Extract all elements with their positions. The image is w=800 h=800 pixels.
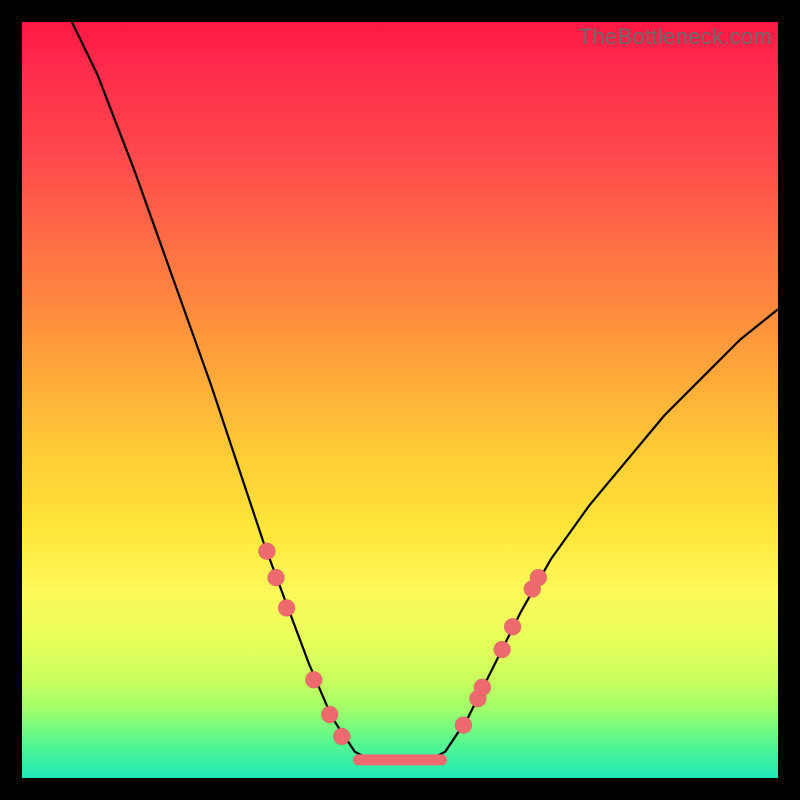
plot-area: TheBottleneck.com [22,22,778,778]
curve-marker [504,618,521,635]
curve-marker [268,569,285,586]
curve-marker [278,599,295,616]
curve-marker [455,717,472,734]
bottleneck-curve [22,22,778,778]
curve-marker [530,569,547,586]
curve-marker [333,728,350,745]
curve-marker [258,543,275,560]
curve-marker [305,671,322,688]
curve-marker [321,706,338,723]
curve-path [72,22,778,760]
curve-marker [494,641,511,658]
curve-marker [474,679,491,696]
chart-container: TheBottleneck.com [0,0,800,800]
